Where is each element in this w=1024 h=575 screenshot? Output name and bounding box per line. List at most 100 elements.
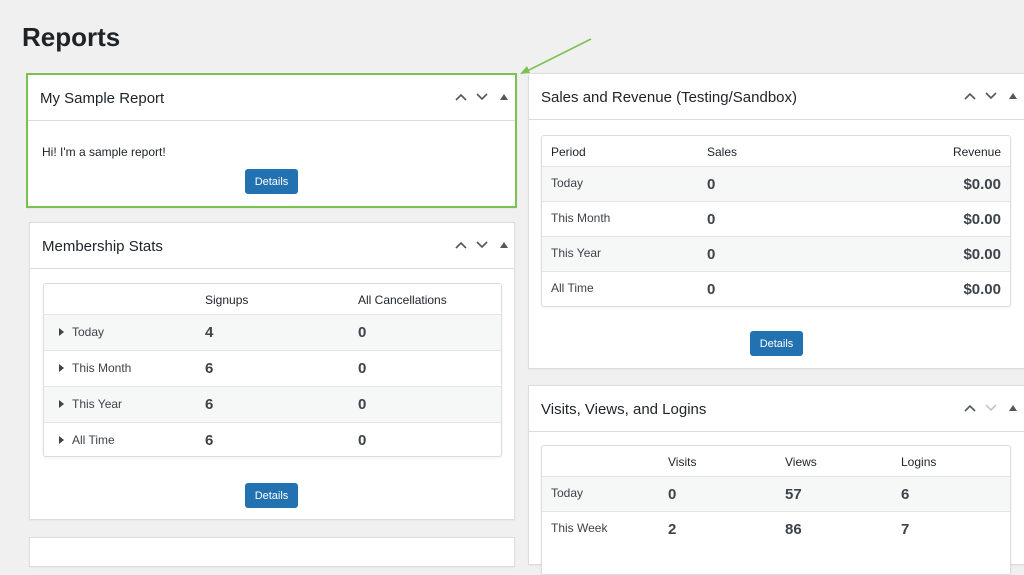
table-row: This Month 0 $0.00 (542, 201, 1010, 236)
move-down-button[interactable] (983, 398, 999, 418)
table-row[interactable]: All Time 6 0 (44, 422, 501, 456)
column-header-logins: Logins (901, 455, 937, 469)
sample-report-body: Hi! I'm a sample report! (42, 145, 166, 159)
membership-stats-table: Signups All Cancellations Today 4 0 This… (43, 283, 502, 457)
column-header-cancellations: All Cancellations (358, 293, 447, 307)
move-down-button[interactable] (474, 235, 490, 255)
membership-stats-title: Membership Stats (42, 238, 163, 255)
sales-revenue-widget: Sales and Revenue (Testing/Sandbox) Peri… (528, 73, 1024, 369)
sales-value: 0 (707, 176, 716, 193)
sales-value: 0 (707, 246, 716, 263)
sales-value: 0 (707, 281, 716, 298)
chevron-up-icon (455, 93, 467, 101)
row-label: Today (551, 176, 584, 190)
table-row[interactable]: Today 4 0 (44, 314, 501, 350)
sales-revenue-table: Period Sales Revenue Today 0 $0.00 This … (541, 135, 1011, 307)
row-label: This Month (72, 361, 132, 375)
chevron-down-icon (476, 93, 488, 101)
signups-value: 6 (205, 396, 214, 413)
table-header-row: Visits Views Logins (542, 446, 1010, 476)
logins-value: 6 (901, 486, 910, 503)
membership-details-button[interactable]: Details (245, 483, 298, 508)
move-down-button[interactable] (474, 87, 490, 107)
move-down-button[interactable] (983, 86, 999, 106)
chevron-down-icon (985, 404, 997, 412)
toggle-panel-button[interactable] (1005, 398, 1021, 418)
move-up-button[interactable] (453, 87, 469, 107)
row-label: This Week (551, 521, 608, 535)
caret-right-icon (59, 436, 64, 444)
row-label: Today (551, 486, 584, 500)
cancellations-value: 0 (358, 396, 367, 413)
column-header-views: Views (785, 455, 817, 469)
revenue-value: $0.00 (963, 211, 1001, 228)
views-value: 86 (785, 521, 802, 538)
row-label: This Year (551, 246, 602, 260)
views-value: 57 (785, 486, 802, 503)
row-label: All Time (72, 433, 115, 447)
chevron-up-icon (964, 92, 976, 100)
membership-stats-header: Membership Stats (30, 223, 514, 269)
row-label: All Time (551, 281, 594, 295)
caret-right-icon (59, 328, 64, 336)
table-row: Today 0 57 6 (542, 476, 1010, 511)
visits-title: Visits, Views, and Logins (541, 401, 707, 418)
table-row[interactable]: This Month 6 0 (44, 350, 501, 386)
column-header-revenue: Revenue (952, 145, 1001, 159)
toggle-panel-button[interactable] (1005, 86, 1021, 106)
sales-revenue-title: Sales and Revenue (Testing/Sandbox) (541, 89, 797, 106)
move-up-button[interactable] (453, 235, 469, 255)
page-title: Reports (22, 22, 121, 52)
column-header-signups: Signups (205, 293, 249, 307)
move-up-button[interactable] (962, 86, 978, 106)
table-row: All Time 0 $0.00 (542, 271, 1010, 306)
sales-value: 0 (707, 211, 716, 228)
visits-value: 0 (668, 486, 677, 503)
revenue-value: $0.00 (963, 176, 1001, 193)
visits-table: Visits Views Logins Today 0 57 6 This We… (541, 445, 1011, 575)
caret-up-icon (1009, 405, 1017, 411)
sample-report-details-button[interactable]: Details (245, 169, 298, 194)
visits-value: 2 (668, 521, 677, 538)
column-header-sales: Sales (707, 145, 738, 159)
caret-up-icon (500, 242, 508, 248)
table-row[interactable]: This Year 6 0 (44, 386, 501, 422)
table-header-row: Signups All Cancellations (44, 284, 501, 314)
caret-right-icon (59, 400, 64, 408)
chevron-down-icon (985, 92, 997, 100)
table-header-row: Period Sales Revenue (542, 136, 1010, 166)
visits-views-logins-widget: Visits, Views, and Logins Visits Views L… (528, 385, 1024, 575)
signups-value: 6 (205, 432, 214, 449)
cancellations-value: 0 (358, 432, 367, 449)
column-header-period: Period (551, 145, 586, 159)
toggle-panel-button[interactable] (496, 235, 512, 255)
sample-report-title: My Sample Report (40, 90, 165, 107)
row-label: This Month (551, 211, 611, 225)
table-row: Today 0 $0.00 (542, 166, 1010, 201)
signups-value: 4 (205, 324, 214, 341)
column-header-visits: Visits (668, 455, 697, 469)
annotation-arrow (520, 38, 592, 74)
row-label: This Year (72, 397, 123, 411)
revenue-value: $0.00 (963, 281, 1001, 298)
chevron-down-icon (476, 241, 488, 249)
caret-up-icon (1009, 93, 1017, 99)
membership-stats-widget: Membership Stats Signups All Cancellatio… (29, 222, 515, 520)
caret-up-icon (500, 94, 508, 100)
move-up-button[interactable] (962, 398, 978, 418)
logins-value: 7 (901, 521, 910, 538)
row-label: Today (72, 325, 105, 339)
table-row: This Year 0 $0.00 (542, 236, 1010, 271)
partial-widget (29, 537, 515, 567)
sample-report-header: My Sample Report (28, 75, 515, 121)
cancellations-value: 0 (358, 324, 367, 341)
sales-details-button[interactable]: Details (750, 331, 803, 356)
caret-right-icon (59, 364, 64, 372)
chevron-up-icon (455, 241, 467, 249)
signups-value: 6 (205, 360, 214, 377)
toggle-panel-button[interactable] (496, 87, 512, 107)
sales-revenue-header: Sales and Revenue (Testing/Sandbox) (529, 74, 1024, 120)
table-row: This Week 2 86 7 (542, 511, 1010, 546)
chevron-up-icon (964, 404, 976, 412)
visits-header: Visits, Views, and Logins (529, 386, 1024, 432)
